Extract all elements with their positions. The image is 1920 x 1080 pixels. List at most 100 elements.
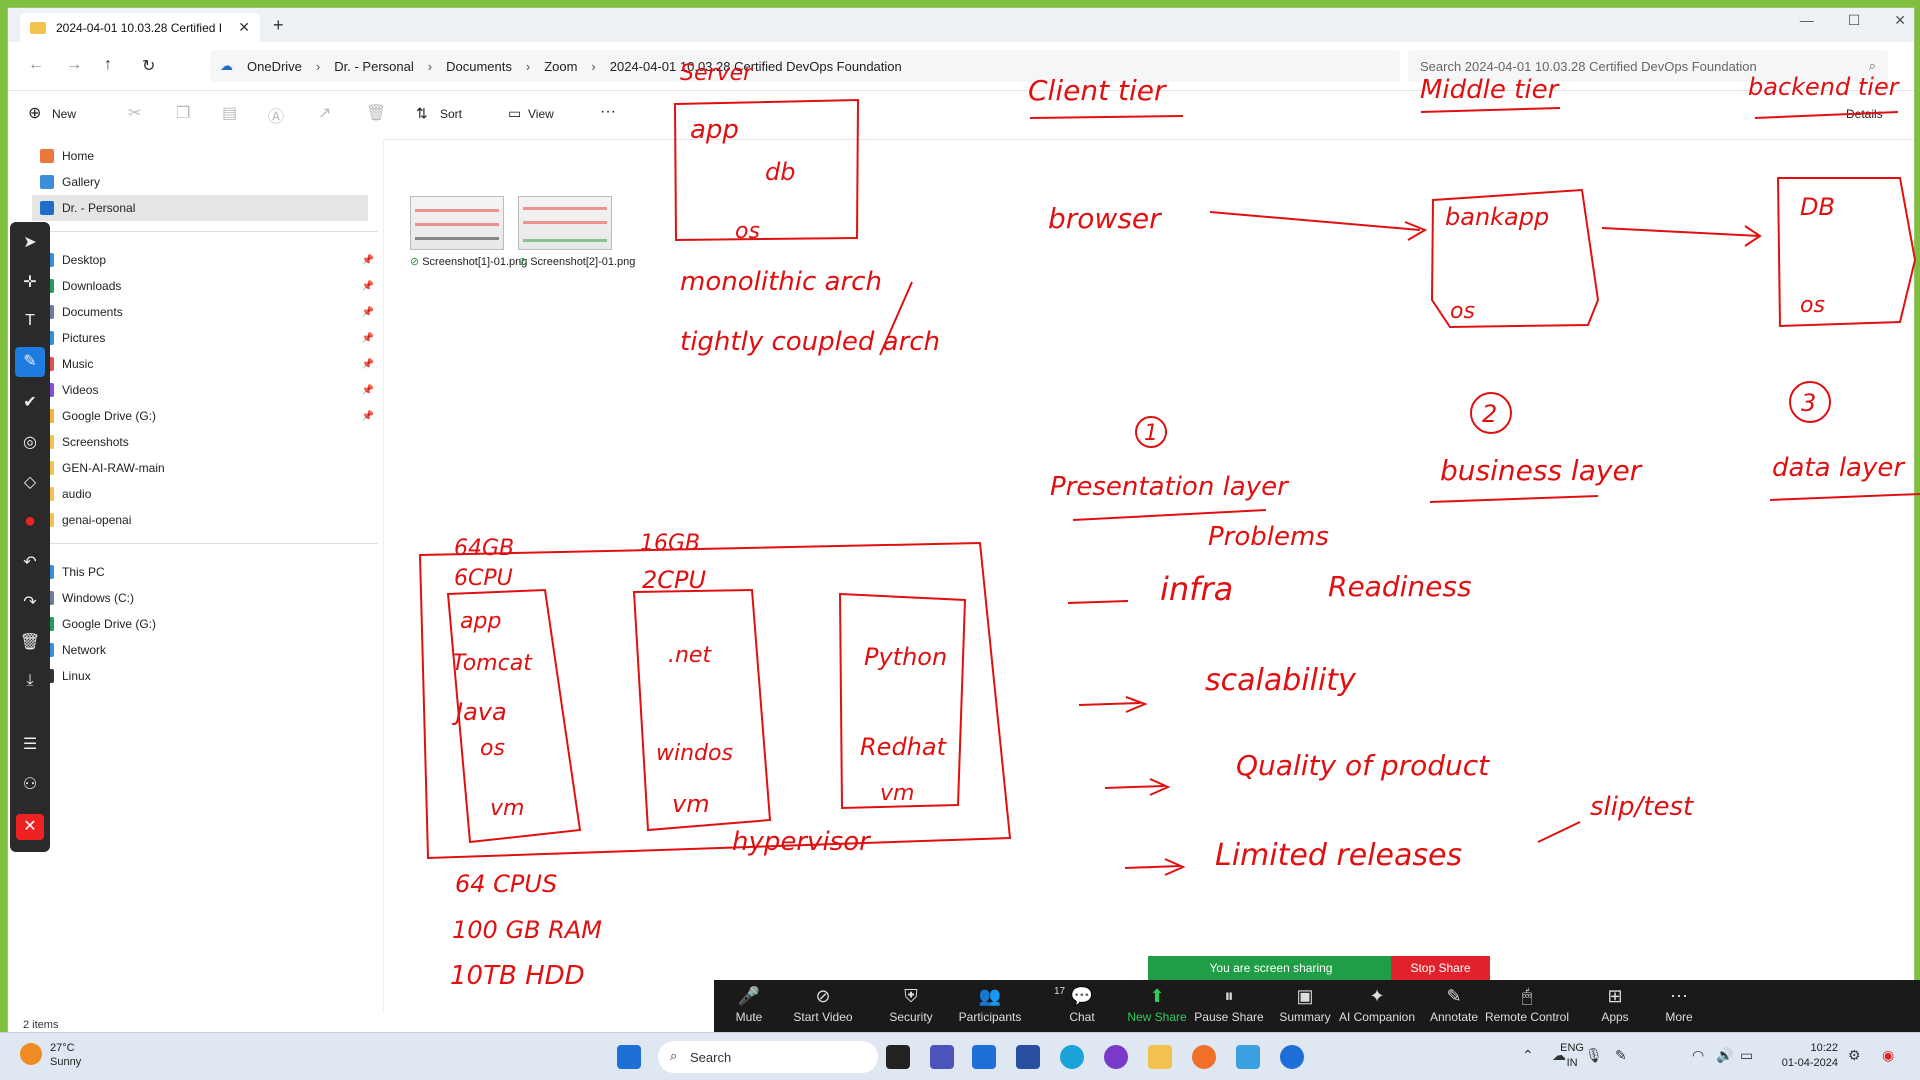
file-thumbnail-2[interactable] <box>518 196 612 250</box>
maximize-button[interactable]: ☐ <box>1848 12 1861 29</box>
crumb-documents[interactable]: Documents <box>446 59 512 74</box>
file-name-2[interactable]: ⊘ Screenshot[2]-01.png <box>518 256 635 269</box>
pin-icon[interactable]: 📌 <box>362 333 374 344</box>
notification-icon[interactable]: ⚙ <box>1848 1047 1861 1064</box>
sidebar-item-linux[interactable]: Linux <box>40 663 380 689</box>
explorer-tab[interactable]: 2024-04-01 10.03.28 Certified I ✕ <box>20 13 260 42</box>
remote-control-button[interactable]: 🖱 Remote Control <box>1482 986 1572 1024</box>
clock[interactable]: 10:22 01-04-2024 <box>1782 1041 1838 1071</box>
language-indicator[interactable]: ENG IN <box>1560 1041 1584 1071</box>
start-video-button[interactable]: ⊘ Start Video <box>778 986 868 1024</box>
menu-icon[interactable]: ☰ <box>10 734 50 754</box>
spotlight-icon[interactable]: ◎ <box>10 432 50 452</box>
sidebar-item-screenshots[interactable]: Screenshots <box>40 429 380 455</box>
pin-icon[interactable]: 📌 <box>362 411 374 422</box>
more-button[interactable]: ··· <box>600 103 616 121</box>
sidebar-item-downloads[interactable]: Downloads 📌 <box>40 273 380 299</box>
sort-button[interactable]: Sort <box>440 107 462 121</box>
breadcrumb[interactable]: ☁ OneDrive › Dr. - Personal › Documents › Z… <box>210 50 1400 82</box>
microphone-icon[interactable]: 🎙 <box>1585 1047 1603 1064</box>
teams-icon[interactable] <box>930 1045 954 1069</box>
sidebar-item-google-drive-g[interactable]: Google Drive (G:) <box>40 611 380 637</box>
store-icon[interactable] <box>1016 1045 1040 1069</box>
sidebar-item-network[interactable]: Network <box>40 637 380 663</box>
sidebar-item-this-pc[interactable]: This PC <box>40 559 380 585</box>
file-thumbnail-1[interactable] <box>410 196 504 250</box>
sidebar-item-home[interactable]: Home <box>40 143 380 169</box>
sidebar-item-music[interactable]: Music 📌 <box>40 351 380 377</box>
taskbar-search[interactable]: ⌕ Search <box>658 1041 878 1073</box>
save-icon[interactable]: ⤓ <box>10 672 50 690</box>
forward-arrow-icon[interactable]: → <box>66 56 82 74</box>
search-input[interactable]: Search 2024-04-01 10.03.28 Certified Dev… <box>1408 50 1888 82</box>
redo-icon[interactable]: ↷ <box>10 592 50 612</box>
sidebar-item-desktop[interactable]: Desktop 📌 <box>40 247 380 273</box>
crumb-onedrive[interactable]: OneDrive <box>247 59 302 74</box>
text-icon[interactable]: T <box>10 312 50 330</box>
task-view-icon[interactable] <box>886 1045 910 1069</box>
move-icon[interactable]: ✛ <box>10 272 50 292</box>
crumb-zoom[interactable]: Zoom <box>544 59 577 74</box>
sidebar-item-google-drive-g[interactable]: Google Drive (G:) 📌 <box>40 403 380 429</box>
user-icon[interactable]: ⚇ <box>10 774 50 794</box>
firefox-icon[interactable] <box>1192 1045 1216 1069</box>
weather-widget[interactable]: 27°C Sunny <box>20 1041 81 1069</box>
up-arrow-icon[interactable]: ↑ <box>104 56 112 74</box>
new-button[interactable]: New <box>52 107 76 121</box>
edge-icon[interactable] <box>1060 1045 1084 1069</box>
paste-icon[interactable]: ▤ <box>222 103 237 123</box>
zoom-icon[interactable] <box>1280 1045 1304 1069</box>
back-arrow-icon[interactable]: ← <box>28 56 44 74</box>
undo-icon[interactable]: ↶ <box>10 552 50 572</box>
copilot-icon[interactable] <box>1104 1045 1128 1069</box>
security-button[interactable]: ⛨ Security <box>866 986 956 1024</box>
copy-icon[interactable]: ❐ <box>176 103 190 123</box>
pen-icon[interactable]: ✎ <box>15 347 45 377</box>
pin-icon[interactable]: 📌 <box>362 281 374 292</box>
clear-icon[interactable]: 🗑 <box>10 632 50 652</box>
wifi-icon[interactable]: ◠ <box>1692 1047 1704 1064</box>
pin-icon[interactable]: 📌 <box>362 307 374 318</box>
copilot-tray-icon[interactable]: ◉ <box>1882 1047 1894 1064</box>
volume-icon[interactable]: 🔊 <box>1716 1047 1733 1064</box>
eraser-icon[interactable]: ◇ <box>10 472 50 492</box>
close-window-button[interactable]: ✕ <box>1894 12 1906 29</box>
file-name-1[interactable]: ⊘ Screenshot[1]-01.png <box>410 256 527 269</box>
new-tab-button[interactable]: + <box>273 15 284 36</box>
cut-icon[interactable]: ✂ <box>128 103 141 123</box>
sidebar-item-gen-ai-raw-main[interactable]: GEN-AI-RAW-main <box>40 455 380 481</box>
close-annotate-button[interactable]: ✕ <box>16 814 44 840</box>
pin-icon[interactable]: 📌 <box>362 359 374 370</box>
sidebar-item-audio[interactable]: audio <box>40 481 380 507</box>
close-tab-icon[interactable]: ✕ <box>238 19 250 36</box>
battery-icon[interactable]: ▭ <box>1740 1047 1753 1064</box>
sidebar-item-pictures[interactable]: Pictures 📌 <box>40 325 380 351</box>
sidebar-item-gallery[interactable]: Gallery <box>40 169 380 195</box>
refresh-icon[interactable]: ↻ <box>142 56 155 76</box>
pen-tray-icon[interactable]: ✎ <box>1615 1047 1627 1064</box>
details-button[interactable]: Details <box>1846 107 1883 121</box>
more-button[interactable]: ⋯ More <box>1634 986 1724 1024</box>
app-icon[interactable] <box>1236 1045 1260 1069</box>
mail-icon[interactable] <box>972 1045 996 1069</box>
sidebar-item-videos[interactable]: Videos 📌 <box>40 377 380 403</box>
select-arrow-icon[interactable]: ➤ <box>10 232 50 252</box>
sidebar-item-genai-openai[interactable]: genai-openai <box>40 507 380 533</box>
pin-icon[interactable]: 📌 <box>362 385 374 396</box>
file-explorer-icon[interactable] <box>1148 1045 1172 1069</box>
crumb-current[interactable]: 2024-04-01 10.03.28 Certified DevOps Fou… <box>610 59 902 74</box>
pin-icon[interactable]: 📌 <box>362 255 374 266</box>
stop-share-button[interactable]: Stop Share <box>1391 956 1490 980</box>
rename-icon[interactable]: Ⓐ <box>268 103 284 127</box>
sidebar-item-documents[interactable]: Documents 📌 <box>40 299 380 325</box>
sidebar-item-dr-personal[interactable]: Dr. - Personal <box>32 195 368 221</box>
crumb-personal[interactable]: Dr. - Personal <box>334 59 413 74</box>
color-picker-icon[interactable]: ● <box>10 510 50 533</box>
chevron-up-icon[interactable]: ⌃ <box>1522 1047 1534 1064</box>
start-icon[interactable] <box>617 1045 641 1069</box>
participants-button[interactable]: 👥 Participants <box>945 986 1035 1024</box>
minimize-button[interactable]: — <box>1800 12 1814 29</box>
share-icon[interactable]: ↗ <box>318 103 331 123</box>
check-stamp-icon[interactable]: ✔ <box>10 392 50 412</box>
delete-icon[interactable]: 🗑 <box>366 103 386 123</box>
